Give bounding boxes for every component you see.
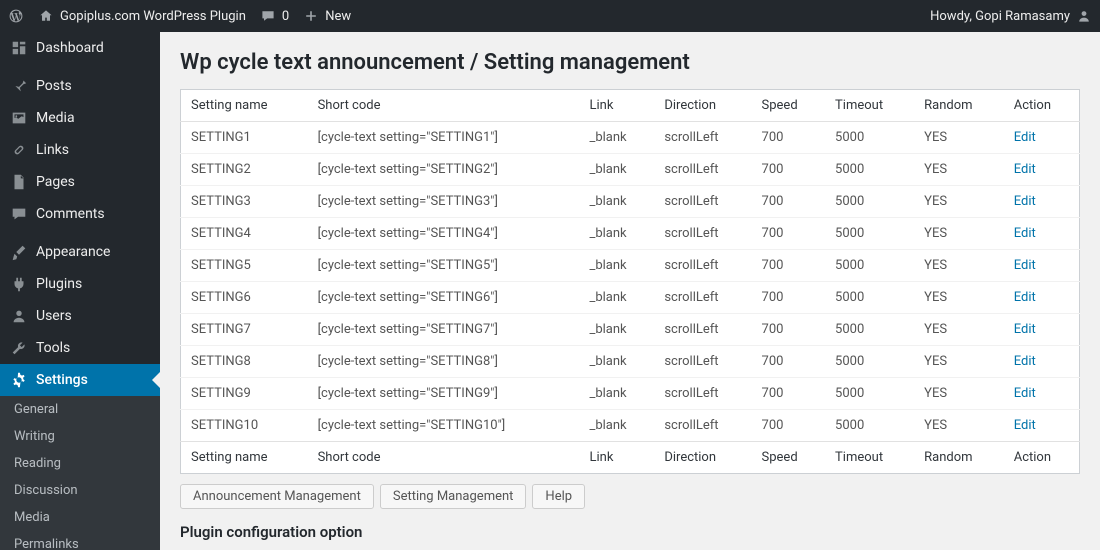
sidebar-item-users[interactable]: Users [0, 300, 160, 332]
table-row: SETTING5[cycle-text setting="SETTING5"]_… [181, 250, 1080, 282]
col-setting-name: Setting name [181, 442, 308, 474]
sidebar-item-label: Appearance [36, 244, 110, 260]
admin-sidebar: Dashboard Posts Media Links Pages Comments App… [0, 32, 160, 550]
link-icon [10, 141, 28, 159]
table-row: SETTING8[cycle-text setting="SETTING8"]_… [181, 346, 1080, 378]
gear-icon [10, 371, 28, 389]
col-direction: Direction [654, 442, 751, 474]
edit-link[interactable]: Edit [1014, 130, 1036, 145]
brush-icon [10, 243, 28, 261]
table-row: SETTING10[cycle-text setting="SETTING10"… [181, 410, 1080, 442]
setting-management-button[interactable]: Setting Management [380, 484, 527, 509]
sidebar-item-label: Pages [36, 174, 75, 190]
sidebar-item-media[interactable]: Media [0, 102, 160, 134]
table-row: SETTING7[cycle-text setting="SETTING7"]_… [181, 314, 1080, 346]
sidebar-item-label: Settings [36, 372, 88, 388]
sidebar-item-appearance[interactable]: Appearance [0, 236, 160, 268]
edit-link[interactable]: Edit [1014, 162, 1036, 177]
edit-link[interactable]: Edit [1014, 194, 1036, 209]
site-home[interactable]: Gopiplus.com WordPress Plugin [38, 8, 246, 24]
pin-icon [10, 77, 28, 95]
col-setting-name: Setting name [181, 90, 308, 122]
sidebar-item-tools[interactable]: Tools [0, 332, 160, 364]
comment-icon [10, 205, 28, 223]
col-action: Action [1004, 442, 1080, 474]
col-action: Action [1004, 90, 1080, 122]
comment-icon [260, 8, 276, 24]
plus-icon [303, 8, 319, 24]
col-speed: Speed [752, 442, 826, 474]
table-row: SETTING2[cycle-text setting="SETTING2"]_… [181, 154, 1080, 186]
col-speed: Speed [752, 90, 826, 122]
submenu-item-reading[interactable]: Reading [0, 450, 160, 477]
user-icon [10, 307, 28, 325]
col-random: Random [914, 90, 1004, 122]
sidebar-item-label: Links [36, 142, 69, 158]
main-content: Wp cycle text announcement / Setting man… [160, 32, 1100, 550]
sidebar-item-label: Comments [36, 206, 105, 222]
col-short-code: Short code [308, 90, 580, 122]
sidebar-item-pages[interactable]: Pages [0, 166, 160, 198]
action-buttons: Announcement Management Setting Manageme… [180, 484, 1080, 509]
sidebar-item-comments[interactable]: Comments [0, 198, 160, 230]
submenu-item-permalinks[interactable]: Permalinks [0, 531, 160, 550]
col-random: Random [914, 442, 1004, 474]
edit-link[interactable]: Edit [1014, 418, 1036, 433]
edit-link[interactable]: Edit [1014, 322, 1036, 337]
col-short-code: Short code [308, 442, 580, 474]
site-title: Gopiplus.com WordPress Plugin [60, 9, 246, 24]
sidebar-item-label: Dashboard [36, 40, 104, 56]
user-greeting[interactable]: Howdy, Gopi Ramasamy [930, 8, 1092, 24]
comments-count[interactable]: 0 [260, 8, 289, 24]
sidebar-item-settings[interactable]: Settings [0, 364, 160, 396]
help-button[interactable]: Help [532, 484, 585, 509]
edit-link[interactable]: Edit [1014, 354, 1036, 369]
table-row: SETTING4[cycle-text setting="SETTING4"]_… [181, 218, 1080, 250]
announcement-management-button[interactable]: Announcement Management [180, 484, 374, 509]
col-timeout: Timeout [825, 90, 914, 122]
sidebar-item-posts[interactable]: Posts [0, 70, 160, 102]
admin-bar: Gopiplus.com WordPress Plugin 0 New Howd… [0, 0, 1100, 32]
dashboard-icon [10, 39, 28, 57]
sidebar-item-label: Users [36, 308, 72, 324]
plug-icon [10, 275, 28, 293]
table-row: SETTING3[cycle-text setting="SETTING3"]_… [181, 186, 1080, 218]
submenu-item-writing[interactable]: Writing [0, 423, 160, 450]
col-direction: Direction [654, 90, 751, 122]
wp-logo[interactable] [8, 8, 24, 24]
col-link: Link [579, 90, 654, 122]
submenu-item-discussion[interactable]: Discussion [0, 477, 160, 504]
submenu-item-media[interactable]: Media [0, 504, 160, 531]
sidebar-item-label: Tools [36, 340, 70, 356]
edit-link[interactable]: Edit [1014, 226, 1036, 241]
col-link: Link [579, 442, 654, 474]
sidebar-item-label: Plugins [36, 276, 82, 292]
page-title: Wp cycle text announcement / Setting man… [180, 50, 1080, 75]
edit-link[interactable]: Edit [1014, 258, 1036, 273]
edit-link[interactable]: Edit [1014, 386, 1036, 401]
edit-link[interactable]: Edit [1014, 290, 1036, 305]
page-icon [10, 173, 28, 191]
sidebar-item-links[interactable]: Links [0, 134, 160, 166]
table-row: SETTING9[cycle-text setting="SETTING9"]_… [181, 378, 1080, 410]
media-icon [10, 109, 28, 127]
table-row: SETTING1[cycle-text setting="SETTING1"]_… [181, 122, 1080, 154]
col-timeout: Timeout [825, 442, 914, 474]
home-icon [38, 8, 54, 24]
config-title: Plugin configuration option [180, 523, 1080, 541]
submenu-item-general[interactable]: General [0, 396, 160, 423]
sidebar-item-label: Media [36, 110, 75, 126]
user-avatar-icon [1076, 8, 1092, 24]
new-content[interactable]: New [303, 8, 351, 24]
settings-table: Setting nameShort codeLinkDirectionSpeed… [180, 89, 1080, 474]
wrench-icon [10, 339, 28, 357]
table-row: SETTING6[cycle-text setting="SETTING6"]_… [181, 282, 1080, 314]
sidebar-item-dashboard[interactable]: Dashboard [0, 32, 160, 64]
sidebar-item-label: Posts [36, 78, 72, 94]
sidebar-item-plugins[interactable]: Plugins [0, 268, 160, 300]
